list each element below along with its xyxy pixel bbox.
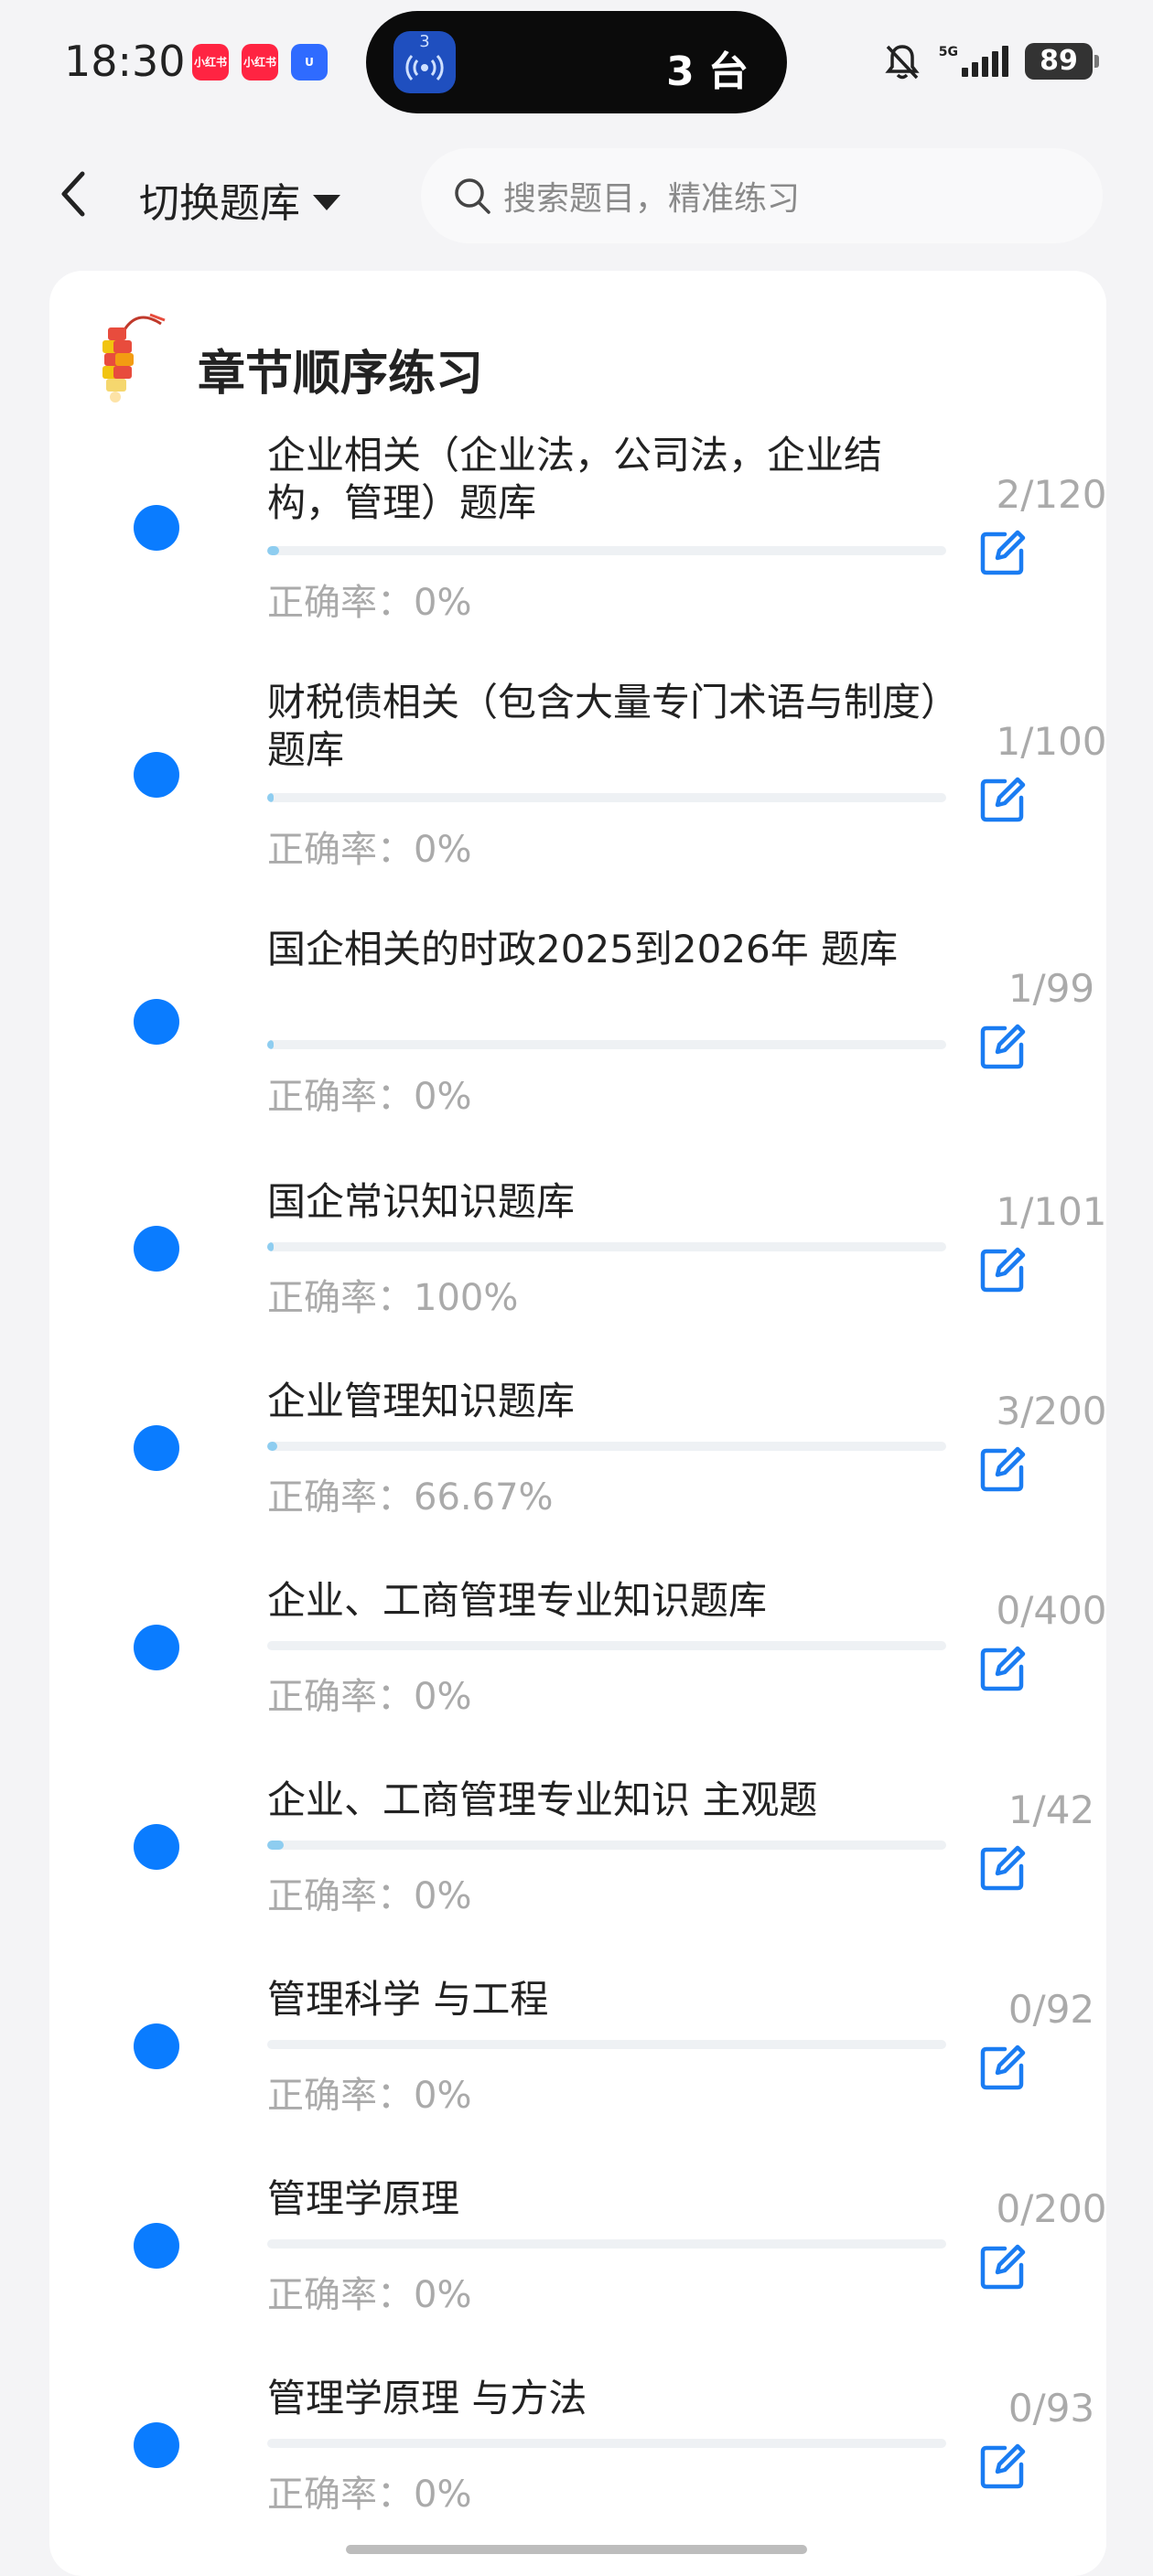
- back-arrow-icon[interactable]: [51, 166, 97, 221]
- chapter-dot-icon: [134, 1824, 179, 1870]
- progress-fill: [267, 1442, 278, 1451]
- u-app-icon: U: [291, 44, 328, 80]
- chapter-dot-icon: [134, 999, 179, 1045]
- edit-icon[interactable]: [977, 1842, 1029, 1894]
- progress-bar: [267, 1641, 946, 1650]
- clock: 18:30: [64, 37, 186, 86]
- progress-bar: [267, 1841, 946, 1850]
- xiaohongshu-app-icon: 小红书: [192, 44, 229, 80]
- accuracy-text: 正确率：0%: [267, 2274, 472, 2316]
- progress-fill: [267, 2040, 273, 2049]
- island-badge: 3: [419, 32, 430, 51]
- accuracy-text: 正确率：100%: [267, 1277, 519, 1319]
- broadcast-icon: 3: [393, 31, 456, 93]
- progress-bar: [267, 546, 946, 555]
- bell-muted-icon: [885, 45, 920, 80]
- chapter-title: 管理科学 与工程: [267, 1977, 549, 2022]
- chapter-dot-icon: [134, 752, 179, 798]
- section-title: 章节顺序练习: [198, 347, 484, 402]
- progress-fill: [267, 546, 279, 555]
- edit-icon[interactable]: [977, 1643, 1029, 1694]
- chapter-title: 企业相关（企业法，公司法，企业结构，管理）题库: [267, 433, 883, 525]
- progress-bar: [267, 2439, 946, 2448]
- accuracy-text: 正确率：0%: [267, 2075, 472, 2117]
- search-placeholder: 搜索题目，精准练习: [503, 180, 801, 218]
- chapter-title: 企业、工商管理专业知识题库: [267, 1578, 768, 1623]
- progress-bar: [267, 2040, 946, 2049]
- accuracy-text: 正确率：0%: [267, 1875, 472, 1917]
- progress-bar: [267, 1040, 946, 1049]
- chapter-dot-icon: [134, 2023, 179, 2069]
- chapter-dot-icon: [134, 1425, 179, 1471]
- progress-bar: [267, 2239, 946, 2249]
- progress-count: 0/200: [996, 2186, 1107, 2231]
- progress-fill: [267, 1040, 275, 1049]
- edit-icon[interactable]: [977, 2241, 1029, 2292]
- search-icon: [455, 178, 490, 214]
- progress-count: 0/93: [1008, 2386, 1095, 2431]
- edit-icon[interactable]: [977, 774, 1029, 825]
- accuracy-text: 正确率：0%: [267, 829, 472, 871]
- chapter-title: 管理学原理: [267, 2176, 460, 2221]
- caret-down-icon: [313, 194, 340, 210]
- top-nav: 切换题库 搜索题目，精准练习: [0, 128, 1153, 265]
- progress-count: 1/100: [996, 719, 1107, 764]
- edit-icon[interactable]: [977, 1244, 1029, 1295]
- switch-label: 切换题库: [139, 180, 300, 227]
- chapter-dot-icon: [134, 2223, 179, 2269]
- edit-icon[interactable]: [977, 527, 1029, 578]
- progress-fill: [267, 1841, 284, 1850]
- chapter-title: 国企相关的时政2025到2026年 题库: [267, 927, 899, 971]
- island-device-count: 3 台: [666, 48, 749, 95]
- home-indicator[interactable]: [346, 2545, 807, 2554]
- edit-icon[interactable]: [977, 2441, 1029, 2492]
- chapter-dot-icon: [134, 505, 179, 551]
- edit-icon[interactable]: [977, 1444, 1029, 1495]
- progress-count: 1/101: [996, 1189, 1107, 1234]
- cellular-signal-icon: 5G: [939, 46, 1008, 77]
- progress-bar: [267, 1442, 946, 1451]
- edit-icon[interactable]: [977, 2042, 1029, 2093]
- accuracy-text: 正确率：0%: [267, 1676, 472, 1718]
- edit-icon[interactable]: [977, 1021, 1029, 1072]
- accuracy-text: 正确率：0%: [267, 2474, 472, 2516]
- chapter-title: 管理学原理 与方法: [267, 2376, 587, 2420]
- dynamic-island[interactable]: 3 3 台: [366, 11, 787, 113]
- accuracy-text: 正确率：66.67%: [267, 1476, 554, 1519]
- progress-fill: [267, 793, 275, 802]
- progress-count: 1/99: [1008, 966, 1095, 1011]
- accuracy-text: 正确率：0%: [267, 1076, 472, 1118]
- chapter-practice-card: 章节顺序练习 企业相关（企业法，公司法，企业结构，管理）题库 正确率：0% 2/…: [49, 271, 1107, 2576]
- chapter-dot-icon: [134, 1625, 179, 1670]
- chapter-title: 企业、工商管理专业知识 主观题: [267, 1777, 818, 1822]
- xiaohongshu-app-icon-2: 小红书: [242, 44, 278, 80]
- accuracy-text: 正确率：0%: [267, 582, 472, 624]
- battery-icon: 89: [1025, 43, 1099, 80]
- network-type: 5G: [938, 45, 958, 59]
- progress-count: 0/400: [996, 1588, 1107, 1633]
- chapter-dot-icon: [134, 2422, 179, 2468]
- progress-count: 3/200: [996, 1389, 1107, 1433]
- signal-waves-icon: [405, 54, 444, 81]
- switch-question-bank-button[interactable]: 切换题库: [139, 170, 340, 229]
- search-input[interactable]: 搜索题目，精准练习: [421, 148, 1103, 243]
- firecracker-icon: [102, 313, 166, 402]
- chapter-title: 财税债相关（包含大量专门术语与制度）题库: [267, 680, 941, 772]
- progress-count: 0/92: [1008, 1987, 1095, 2032]
- progress-count: 2/120: [996, 472, 1107, 517]
- progress-fill: [267, 2239, 273, 2249]
- progress-fill: [267, 2439, 273, 2448]
- chapter-dot-icon: [134, 1226, 179, 1272]
- status-indicators: 5G 89: [882, 38, 1099, 84]
- progress-fill: [267, 1242, 275, 1251]
- status-bar: 18:30 小红书 小红书 U 3 3 台 5G 89: [0, 0, 1153, 128]
- progress-bar: [267, 1242, 946, 1251]
- chapter-title: 国企常识知识题库: [267, 1179, 576, 1224]
- chapter-title: 企业管理知识题库: [267, 1379, 576, 1423]
- progress-count: 1/42: [1008, 1787, 1095, 1832]
- progress-fill: [267, 1641, 273, 1650]
- progress-bar: [267, 793, 946, 802]
